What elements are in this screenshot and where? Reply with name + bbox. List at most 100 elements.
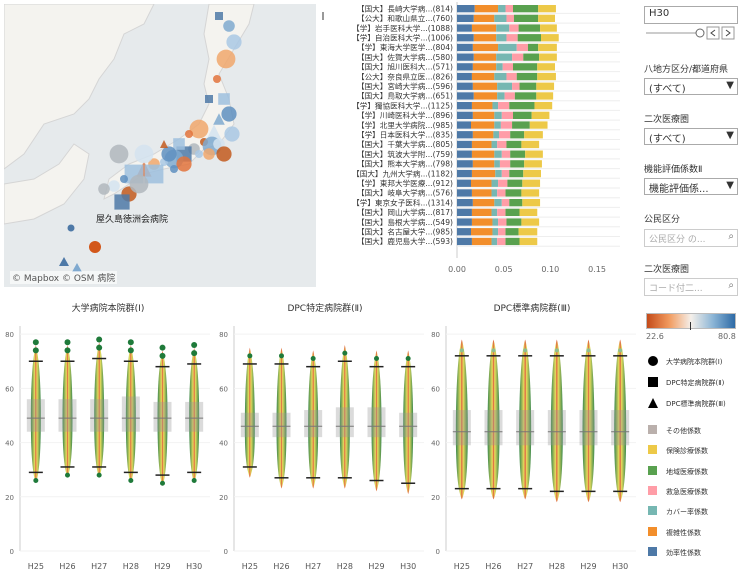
violin-x-tick: H27 bbox=[91, 562, 107, 571]
bar-segment bbox=[512, 53, 524, 61]
hospital-map[interactable]: 屋久島徳洲会病院 © Mapbox © OSM 病院 bbox=[4, 4, 316, 287]
box-iqr bbox=[367, 407, 386, 438]
bar-segment bbox=[457, 160, 473, 168]
bar-segment bbox=[513, 14, 539, 22]
bar-segment bbox=[499, 131, 511, 139]
bar-segment bbox=[491, 140, 498, 149]
bar-segment bbox=[472, 111, 495, 119]
public-search-input[interactable]: 公民区分 の... ⌕ bbox=[644, 229, 738, 247]
bar-segment bbox=[492, 102, 499, 110]
bar-row-label: 【学】東海大学医学...(804) bbox=[357, 42, 453, 52]
chevron-down-icon: ▼ bbox=[726, 180, 734, 191]
hospital-marker bbox=[226, 34, 242, 50]
bar-row-label: 【国大】千葉大学病...(805) bbox=[357, 139, 453, 149]
bar-segment bbox=[518, 228, 538, 236]
color-legend-swatch bbox=[648, 546, 657, 556]
bar-axis-tick: 0.15 bbox=[588, 265, 606, 274]
bar-segment bbox=[496, 63, 503, 71]
color-legend-swatch bbox=[648, 506, 657, 516]
region-dropdown[interactable]: (すべて) ▼ bbox=[644, 78, 738, 95]
outlier-point bbox=[247, 353, 253, 359]
outlier-point bbox=[342, 350, 348, 356]
box-iqr bbox=[90, 399, 109, 432]
area2-search-input[interactable]: コード付二... ⌕ bbox=[644, 278, 738, 296]
bar-row-label: 【国大】島根大学病...(549) bbox=[357, 217, 453, 227]
box-iqr bbox=[153, 401, 172, 432]
violin-x-tick: H25 bbox=[242, 562, 258, 571]
color-scale-bar bbox=[646, 313, 736, 329]
bar-segment bbox=[471, 237, 492, 246]
outlier-point bbox=[191, 478, 197, 484]
outlier-point bbox=[279, 353, 284, 359]
coef-dropdown[interactable]: 機能評価係... ▼ bbox=[644, 178, 738, 195]
bar-row-label: 【国大】宮崎大学病...(596) bbox=[357, 81, 453, 91]
year-input[interactable]: H30 bbox=[644, 6, 738, 24]
bar-segment bbox=[496, 34, 507, 42]
box-iqr bbox=[452, 410, 471, 446]
outlier-point bbox=[618, 348, 623, 353]
box-iqr bbox=[26, 399, 45, 432]
bar-segment bbox=[516, 72, 538, 81]
bar-row-label: 【国大】熊本大学病...(798) bbox=[357, 159, 453, 169]
bar-segment bbox=[471, 24, 497, 32]
bar-segment bbox=[494, 111, 502, 119]
outlier-point bbox=[159, 352, 166, 359]
violin-x-tick: H27 bbox=[305, 562, 321, 571]
shape-legend-label: 大学病院本院群(Ⅰ) bbox=[666, 358, 723, 366]
bar-segment bbox=[538, 5, 556, 13]
bar-segment bbox=[505, 189, 522, 197]
shape-legend-label: DPC標準病院群(Ⅲ) bbox=[666, 400, 726, 408]
outlier-point bbox=[374, 356, 379, 362]
hospital-marker bbox=[170, 165, 178, 173]
bar-segment bbox=[499, 160, 511, 168]
hospital-marker bbox=[205, 95, 213, 103]
bar-segment bbox=[522, 199, 541, 207]
bar-segment bbox=[506, 14, 514, 22]
bar-segment bbox=[457, 102, 472, 110]
japan-map[interactable] bbox=[4, 4, 316, 287]
hospital-marker bbox=[129, 174, 149, 194]
bar-segment bbox=[501, 199, 510, 207]
bar-row-label: 【国大】佐賀大学病...(580) bbox=[357, 52, 453, 62]
color-scale-min: 22.6 bbox=[646, 332, 664, 341]
box-iqr bbox=[579, 410, 598, 446]
violin-y-tick: 40 bbox=[219, 440, 228, 448]
bar-segment bbox=[496, 53, 513, 61]
violin-y-tick: 0 bbox=[224, 548, 228, 556]
violin-y-tick: 40 bbox=[431, 440, 440, 448]
color-legend-label: その他係数 bbox=[666, 427, 701, 435]
violin-x-tick: H28 bbox=[123, 562, 139, 571]
bar-row-label: 【国大】長崎大学病...(814) bbox=[357, 3, 453, 13]
hospital-marker bbox=[215, 12, 223, 20]
violin-x-tick: H29 bbox=[368, 562, 384, 571]
public-filter-label: 公民区分 bbox=[644, 215, 681, 225]
color-legend-label: カバー率係数 bbox=[666, 508, 708, 517]
bar-row-label: 【公大】奈良県立医...(826) bbox=[357, 71, 453, 81]
bar-segment bbox=[519, 82, 537, 90]
bar-segment bbox=[501, 111, 513, 119]
medical-area-dropdown[interactable]: (すべて) ▼ bbox=[644, 128, 738, 145]
bar-segment bbox=[457, 179, 471, 187]
bar-segment bbox=[457, 169, 472, 178]
bar-segment bbox=[498, 228, 506, 236]
bar-segment bbox=[473, 34, 497, 42]
violin-x-tick: H25 bbox=[28, 562, 44, 571]
area2-filter-label: 二次医療圏 bbox=[644, 265, 690, 275]
bar-segment bbox=[498, 5, 506, 13]
map-hospital-label: 屋久島徳洲会病院 bbox=[96, 215, 169, 225]
bar-segment bbox=[497, 237, 506, 246]
bar-segment bbox=[513, 111, 532, 119]
bar-segment bbox=[537, 63, 555, 71]
year-slider[interactable] bbox=[644, 26, 742, 40]
region-filter-label: 八地方区分/都道府県 bbox=[644, 65, 729, 75]
bar-segment bbox=[457, 14, 474, 22]
next-button bbox=[721, 26, 735, 40]
bar-segment bbox=[497, 92, 505, 100]
bar-segment bbox=[457, 228, 471, 236]
bar-segment bbox=[494, 160, 500, 168]
outlier-point bbox=[159, 344, 166, 351]
bar-segment bbox=[474, 5, 499, 13]
violin-y-tick: 80 bbox=[5, 331, 14, 339]
outlier-point bbox=[160, 480, 165, 486]
bar-segment bbox=[498, 43, 517, 52]
